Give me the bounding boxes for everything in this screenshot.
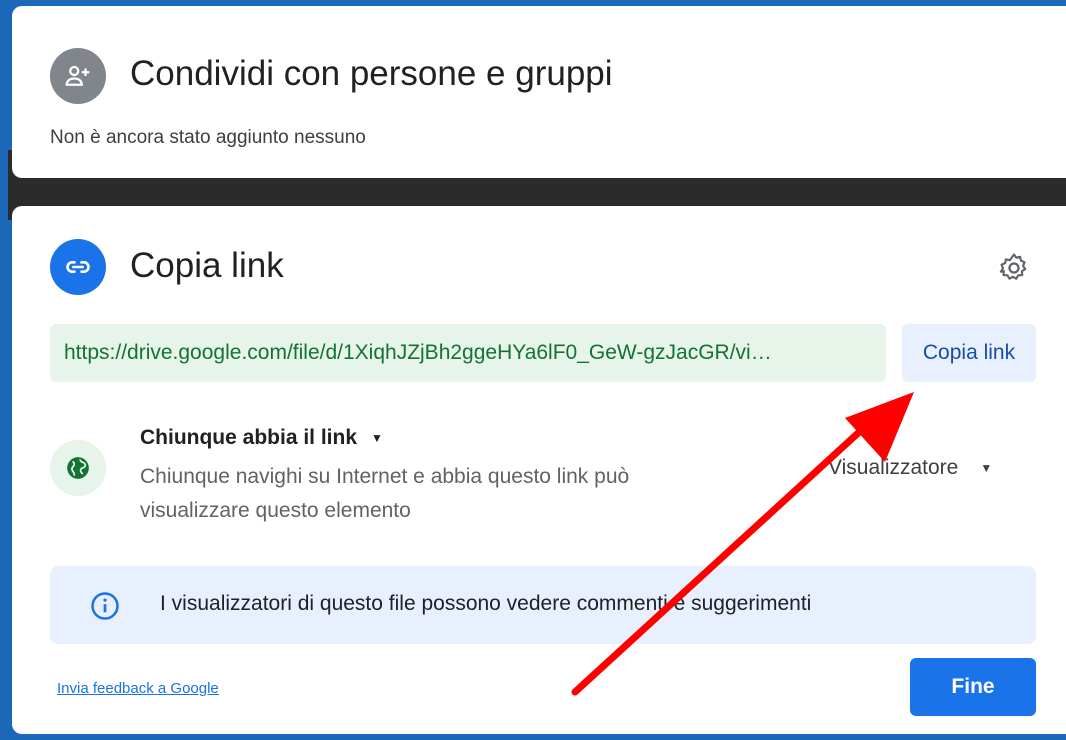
share-subtitle: Non è ancora stato aggiunto nessuno xyxy=(50,127,366,148)
info-banner: I visualizzatori di questo file possono … xyxy=(50,566,1036,644)
chevron-down-icon: ▼ xyxy=(371,431,383,445)
link-card: Copia link https://drive.google.com/file… xyxy=(12,206,1066,734)
link-access-label: Chiunque abbia il link xyxy=(140,426,358,449)
chevron-down-icon: ▼ xyxy=(980,461,993,475)
done-button[interactable]: Fine xyxy=(910,658,1036,716)
info-text: I visualizzatori di questo file possono … xyxy=(160,592,812,615)
role-label: Visualizzatore xyxy=(828,456,959,479)
link-title: Copia link xyxy=(130,246,284,285)
link-icon xyxy=(50,239,106,295)
globe-icon xyxy=(50,440,106,496)
person-add-icon xyxy=(50,48,106,104)
share-card: Condividi con persone e gruppi Non è anc… xyxy=(12,6,1066,178)
link-url-text: https://drive.google.com/file/d/1XiqhJZj… xyxy=(64,341,772,364)
link-access-dropdown[interactable]: Chiunque abbia il link ▼ xyxy=(140,426,383,450)
share-title: Condividi con persone e gruppi xyxy=(130,54,613,93)
link-access-description: Chiunque navighi su Internet e abbia que… xyxy=(140,465,630,522)
role-dropdown[interactable]: Visualizzatore ▼ xyxy=(828,456,992,480)
link-url-field[interactable]: https://drive.google.com/file/d/1XiqhJZj… xyxy=(50,324,886,382)
info-icon xyxy=(90,591,120,626)
feedback-link[interactable]: Invia feedback a Google xyxy=(57,680,219,697)
copy-link-button[interactable]: Copia link xyxy=(902,324,1036,382)
gear-icon[interactable] xyxy=(994,248,1034,288)
